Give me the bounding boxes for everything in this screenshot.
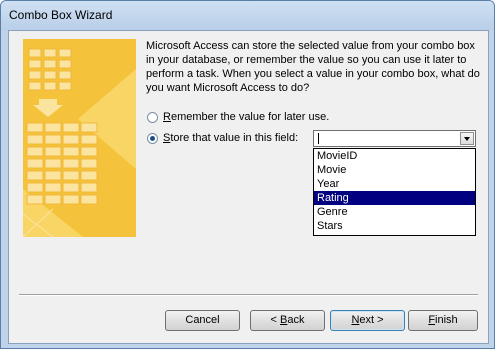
- remember-value-option[interactable]: Remember the value for later use.: [147, 111, 329, 123]
- wizard-illustration: [23, 39, 136, 237]
- store-label: Store that value in this field:: [163, 132, 299, 144]
- title-bar[interactable]: Combo Box Wizard: [1, 1, 494, 30]
- divider: [19, 294, 478, 296]
- next-button[interactable]: Next >: [330, 310, 405, 331]
- text-caret: [318, 133, 319, 144]
- list-item[interactable]: Year: [314, 177, 475, 191]
- combo-box-wizard-window: Combo Box Wizard Microsoft Access can st…: [0, 0, 495, 349]
- cancel-button[interactable]: Cancel: [165, 310, 240, 331]
- store-value-option[interactable]: Store that value in this field:: [147, 132, 298, 144]
- store-radio[interactable]: [147, 132, 158, 144]
- field-dropdown-list[interactable]: MovieID Movie Year Rating Genre Stars: [313, 148, 476, 236]
- wizard-message: Microsoft Access can store the selected …: [146, 40, 480, 94]
- list-item[interactable]: Genre: [314, 205, 475, 219]
- list-item[interactable]: MovieID: [314, 149, 475, 163]
- window-title: Combo Box Wizard: [9, 8, 113, 22]
- remember-label: Remember the value for later use.: [163, 111, 330, 123]
- list-item[interactable]: Movie: [314, 163, 475, 177]
- list-item-selected[interactable]: Rating: [314, 191, 475, 205]
- back-button[interactable]: < Back: [250, 310, 325, 331]
- finish-button[interactable]: Finish: [408, 310, 478, 331]
- list-item[interactable]: Stars: [314, 219, 475, 233]
- remember-radio[interactable]: [147, 111, 158, 123]
- field-combo-box[interactable]: [313, 130, 476, 147]
- wizard-body: Microsoft Access can store the selected …: [8, 30, 489, 344]
- dropdown-arrow-icon[interactable]: [460, 132, 474, 145]
